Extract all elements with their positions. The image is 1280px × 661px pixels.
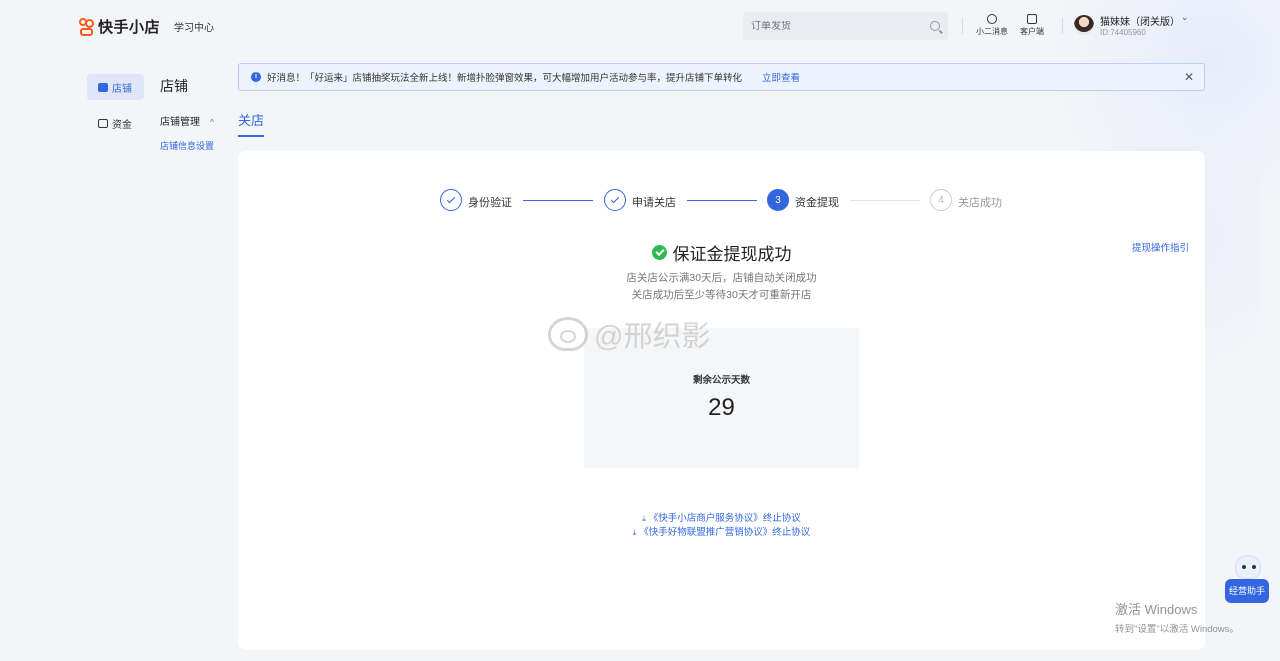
download-icon: ⤓ [642, 514, 646, 523]
app-logo[interactable]: 快手小店 [79, 16, 160, 37]
client-label: 客户端 [1020, 27, 1044, 36]
search-bar[interactable] [743, 12, 948, 40]
download-icon: ⤓ [632, 528, 637, 537]
info-icon: i [251, 72, 261, 82]
header-divider [1062, 18, 1063, 34]
step-connector [687, 200, 757, 201]
avatar[interactable] [1074, 15, 1094, 35]
banner-text: 好消息！「好运来」店铺抽奖玩法全新上线！新增扑脸弹窗效果，可大幅增加用户活动参与… [267, 73, 743, 84]
weibo-watermark: @邢织影 [548, 313, 710, 355]
weibo-icon [548, 317, 588, 351]
chat-icon [987, 14, 997, 24]
remaining-days-value: 29 [708, 394, 735, 421]
submenu-group-store-management[interactable]: 店铺管理 ^ [160, 113, 214, 128]
submenu-group-label: 店铺管理 [160, 117, 200, 128]
step-2-label: 申请关店 [632, 197, 676, 209]
wallet-icon [98, 118, 108, 128]
result-title: 保证金提现成功 [238, 240, 1205, 265]
chevron-up-icon: ^ [210, 118, 214, 127]
windows-activation-subtitle: 转到"设置"以激活 Windows。 [1115, 624, 1239, 635]
close-icon[interactable]: ✕ [1184, 70, 1194, 84]
check-circle-icon [651, 245, 667, 260]
step-2-check-icon [604, 189, 626, 211]
remaining-days-label: 剩余公示天数 [692, 375, 750, 386]
tab-close-store[interactable]: 关店 [238, 110, 265, 137]
withdraw-guide-link[interactable]: 提现操作指引 [1132, 240, 1189, 254]
user-id: ID:74405960 [1100, 28, 1146, 37]
agreement-link-affiliate[interactable]: ⤓ 《快手好物联盟推广营销协议》终止协议 [238, 524, 1205, 538]
announcement-banner: i 好消息！「好运来」店铺抽奖玩法全新上线！新增扑脸弹窗效果，可大幅增加用户活动… [238, 63, 1205, 91]
windows-activation-notice: 激活 Windows 转到"设置"以激活 Windows。 [1115, 599, 1239, 635]
step-1-label: 身份验证 [468, 197, 512, 209]
top-header: 快手小店 学习中心 小二消息 客户端 猫妹妹（闭关版） ID:74405960 … [0, 0, 1280, 52]
windows-activation-title: 激活 Windows [1115, 602, 1198, 617]
robot-icon [1235, 555, 1261, 579]
watermark-text: @邢织影 [594, 321, 711, 353]
agreement-link-text: 《快手小店商户服务协议》终止协议 [648, 513, 801, 524]
nav-item-label: 资金 [112, 119, 132, 131]
chevron-down-icon[interactable]: ⌄ [1181, 12, 1189, 23]
step-connector [850, 200, 920, 201]
step-4-label: 关店成功 [958, 197, 1002, 209]
agreement-link-text: 《快手好物联盟推广营销协议》终止协议 [639, 527, 811, 538]
submenu-item-store-settings[interactable]: 店铺信息设置 [160, 139, 214, 152]
step-4-number: 4 [930, 189, 952, 211]
search-input[interactable] [751, 20, 930, 32]
close-store-card: 身份验证 申请关店 3 资金提现 4 关店成功 保证金提现成功 提现操作指引 店… [238, 151, 1205, 650]
result-title-text: 保证金提现成功 [672, 245, 792, 264]
header-divider [962, 18, 963, 34]
nav-item-funds[interactable]: 资金 [87, 110, 144, 136]
service-message-label: 小二消息 [976, 27, 1008, 36]
step-connector [523, 200, 593, 201]
result-desc-line-1: 店关店公示满30天后，店铺自动关闭成功 [626, 272, 817, 284]
result-desc-line-2: 关店成功后至少等待30天才可重新开店 [631, 289, 812, 301]
store-icon [98, 82, 108, 92]
nav-item-label: 店铺 [112, 83, 132, 95]
banner-view-link[interactable]: 立即查看 [762, 70, 800, 84]
nav-item-store[interactable]: 店铺 [87, 74, 144, 100]
step-1-check-icon [440, 189, 462, 211]
logo-text: 快手小店 [98, 19, 161, 36]
section-title: 店铺 [160, 78, 188, 94]
monitor-icon [1027, 14, 1037, 24]
user-name[interactable]: 猫妹妹（闭关版） [1100, 13, 1180, 28]
learn-center-link[interactable]: 学习中心 [174, 19, 214, 34]
search-icon[interactable] [930, 21, 940, 31]
client-download-button[interactable]: 客户端 [1014, 14, 1050, 37]
step-3-label: 资金提现 [795, 197, 839, 209]
agreement-link-merchant[interactable]: ⤓ 《快手小店商户服务协议》终止协议 [238, 510, 1205, 524]
service-message-button[interactable]: 小二消息 [974, 14, 1010, 37]
step-3-number: 3 [767, 189, 789, 211]
business-assistant-button[interactable]: 经营助手 [1225, 555, 1269, 605]
kuaishou-logo-icon [79, 17, 95, 36]
